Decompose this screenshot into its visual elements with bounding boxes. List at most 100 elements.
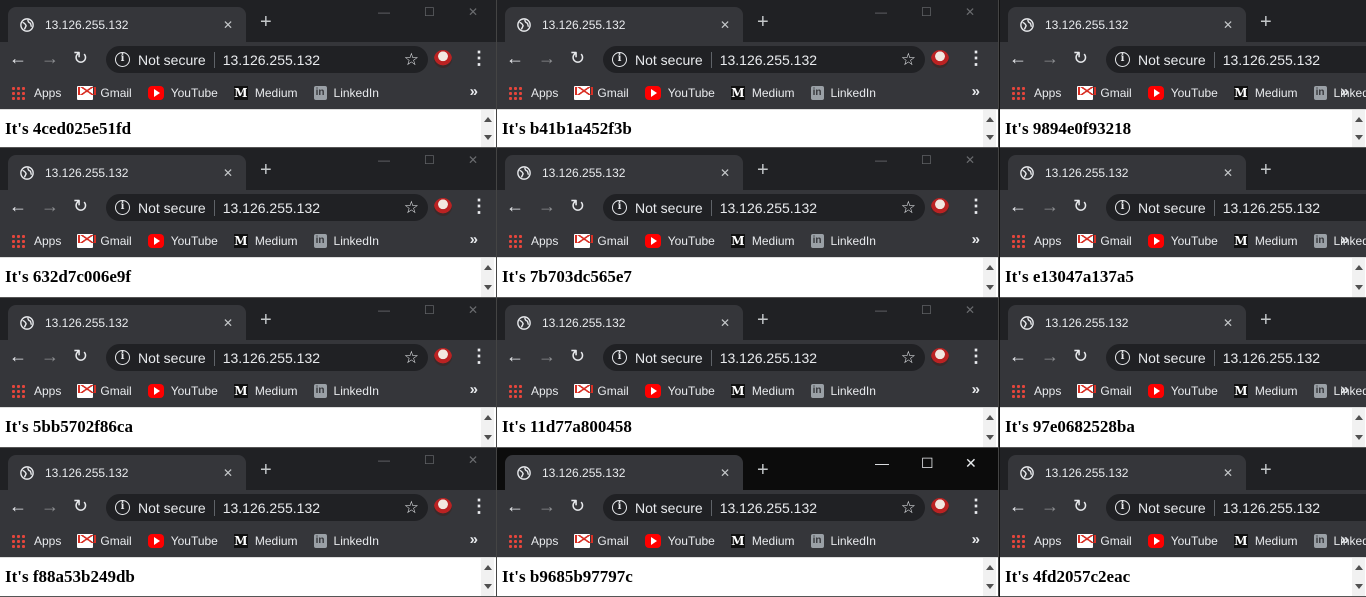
arrow-right-icon[interactable]: → xyxy=(41,346,59,366)
arrow-left-icon[interactable]: ← xyxy=(506,48,524,68)
scroll-up-icon[interactable] xyxy=(484,415,492,420)
arrow-right-icon[interactable]: → xyxy=(41,48,59,68)
scroll-up-icon[interactable] xyxy=(1355,565,1363,570)
bookmarks-overflow-icon[interactable]: » xyxy=(972,231,980,248)
scroll-down-icon[interactable] xyxy=(1355,435,1363,440)
browser-window[interactable]: 13.126.255.132 ✕ + — ☐ ✕ ← → ↻ i Not sec… xyxy=(1000,298,1366,448)
star-icon[interactable]: ☆ xyxy=(901,348,916,368)
address-bar[interactable]: i Not secure 13.126.255.132 ☆ xyxy=(1106,194,1366,221)
close-tab-icon[interactable]: ✕ xyxy=(1220,466,1236,480)
arrow-right-icon[interactable]: → xyxy=(1041,48,1059,68)
close-tab-icon[interactable]: ✕ xyxy=(220,18,236,32)
new-tab-button[interactable]: + xyxy=(1260,310,1272,330)
bookmark-gmail[interactable]: Gmail xyxy=(574,384,629,398)
new-tab-button[interactable]: + xyxy=(757,460,769,480)
arrow-left-icon[interactable]: ← xyxy=(1009,346,1027,366)
minimize-icon[interactable]: — xyxy=(875,303,887,317)
reload-icon[interactable]: ↻ xyxy=(73,496,88,516)
info-icon[interactable]: i xyxy=(115,52,130,67)
scroll-down-icon[interactable] xyxy=(484,584,492,589)
reload-icon[interactable]: ↻ xyxy=(570,48,585,68)
url-text[interactable]: 13.126.255.132 xyxy=(1223,52,1320,68)
scroll-down-icon[interactable] xyxy=(1355,584,1363,589)
bookmark-youtube[interactable]: YouTube xyxy=(644,534,715,548)
scrollbar[interactable] xyxy=(481,408,494,447)
arrow-right-icon[interactable]: → xyxy=(538,496,556,516)
address-bar[interactable]: i Not secure 13.126.255.132 ☆ xyxy=(1106,494,1366,521)
close-tab-icon[interactable]: ✕ xyxy=(220,166,236,180)
arrow-right-icon[interactable]: → xyxy=(538,196,556,216)
scroll-down-icon[interactable] xyxy=(986,135,994,140)
bookmark-medium[interactable]: M Medium xyxy=(1233,86,1298,100)
browser-window[interactable]: 13.126.255.132 ✕ + — ☐ ✕ ← → ↻ i Not sec… xyxy=(497,298,999,448)
new-tab-button[interactable]: + xyxy=(260,12,272,32)
address-bar[interactable]: i Not secure 13.126.255.132 ☆ xyxy=(603,194,925,221)
scrollbar[interactable] xyxy=(481,110,494,147)
close-tab-icon[interactable]: ✕ xyxy=(1220,316,1236,330)
browser-tab[interactable]: 13.126.255.132 ✕ xyxy=(8,305,246,340)
bookmark-youtube[interactable]: YouTube xyxy=(644,86,715,100)
scroll-up-icon[interactable] xyxy=(484,565,492,570)
scrollbar[interactable] xyxy=(983,110,996,147)
avatar[interactable] xyxy=(434,348,452,366)
arrow-right-icon[interactable]: → xyxy=(41,496,59,516)
browser-window[interactable]: 13.126.255.132 ✕ + — ☐ ✕ ← → ↻ i Not sec… xyxy=(1000,448,1366,597)
close-tab-icon[interactable]: ✕ xyxy=(1220,166,1236,180)
kebab-menu-icon[interactable]: ⋮ xyxy=(470,196,488,216)
arrow-left-icon[interactable]: ← xyxy=(1009,48,1027,68)
bookmark-gmail[interactable]: Gmail xyxy=(1077,384,1132,398)
new-tab-button[interactable]: + xyxy=(757,310,769,330)
scroll-down-icon[interactable] xyxy=(484,135,492,140)
browser-tab[interactable]: 13.126.255.132 ✕ xyxy=(1008,305,1246,340)
bookmarks-overflow-icon[interactable]: » xyxy=(972,381,980,398)
maximize-icon[interactable]: ☐ xyxy=(921,456,934,470)
info-icon[interactable]: i xyxy=(1115,350,1130,365)
bookmark-gmail[interactable]: Gmail xyxy=(574,234,629,248)
bookmark-medium[interactable]: M Medium xyxy=(730,384,795,398)
scroll-up-icon[interactable] xyxy=(1355,117,1363,122)
new-tab-button[interactable]: + xyxy=(1260,12,1272,32)
avatar[interactable] xyxy=(434,198,452,216)
close-tab-icon[interactable]: ✕ xyxy=(220,466,236,480)
browser-tab[interactable]: 13.126.255.132 ✕ xyxy=(8,7,246,42)
maximize-icon[interactable]: ☐ xyxy=(424,153,435,167)
scroll-down-icon[interactable] xyxy=(986,584,994,589)
arrow-left-icon[interactable]: ← xyxy=(1009,496,1027,516)
reload-icon[interactable]: ↻ xyxy=(73,196,88,216)
scrollbar[interactable] xyxy=(983,408,996,447)
scroll-down-icon[interactable] xyxy=(484,285,492,290)
address-bar[interactable]: i Not secure 13.126.255.132 ☆ xyxy=(106,194,428,221)
bookmarks-overflow-icon[interactable]: » xyxy=(470,83,478,100)
scrollbar[interactable] xyxy=(1352,558,1365,596)
bookmark-gmail[interactable]: Gmail xyxy=(1077,534,1132,548)
bookmark-linkedin[interactable]: in LinkedIn xyxy=(313,86,379,100)
scrollbar[interactable] xyxy=(481,558,494,596)
browser-window[interactable]: 13.126.255.132 ✕ + — ☐ ✕ ← → ↻ i Not sec… xyxy=(0,298,497,448)
bookmark-medium[interactable]: M Medium xyxy=(730,234,795,248)
bookmark-medium[interactable]: M Medium xyxy=(1233,384,1298,398)
new-tab-button[interactable]: + xyxy=(757,12,769,32)
scroll-down-icon[interactable] xyxy=(1355,285,1363,290)
bookmark-youtube[interactable]: YouTube xyxy=(147,384,218,398)
kebab-menu-icon[interactable]: ⋮ xyxy=(967,48,985,68)
bookmark-medium[interactable]: M Medium xyxy=(233,86,298,100)
scroll-up-icon[interactable] xyxy=(986,565,994,570)
avatar[interactable] xyxy=(434,50,452,68)
maximize-icon[interactable]: ☐ xyxy=(921,153,932,167)
close-window-icon[interactable]: ✕ xyxy=(468,5,478,19)
close-tab-icon[interactable]: ✕ xyxy=(717,166,733,180)
bookmark-linkedin[interactable]: in LinkedIn xyxy=(810,384,876,398)
scroll-up-icon[interactable] xyxy=(1355,415,1363,420)
browser-tab[interactable]: 13.126.255.132 ✕ xyxy=(8,155,246,190)
reload-icon[interactable]: ↻ xyxy=(570,346,585,366)
reload-icon[interactable]: ↻ xyxy=(570,196,585,216)
arrow-right-icon[interactable]: → xyxy=(1041,346,1059,366)
bookmark-gmail[interactable]: Gmail xyxy=(77,86,132,100)
bookmark-youtube[interactable]: YouTube xyxy=(1147,534,1218,548)
address-bar[interactable]: i Not secure 13.126.255.132 ☆ xyxy=(106,46,428,73)
arrow-left-icon[interactable]: ← xyxy=(9,496,27,516)
bookmarks-overflow-icon[interactable]: » xyxy=(470,231,478,248)
bookmark-youtube[interactable]: YouTube xyxy=(1147,86,1218,100)
bookmark-gmail[interactable]: Gmail xyxy=(574,86,629,100)
bookmark-apps[interactable]: Apps xyxy=(1011,534,1061,548)
